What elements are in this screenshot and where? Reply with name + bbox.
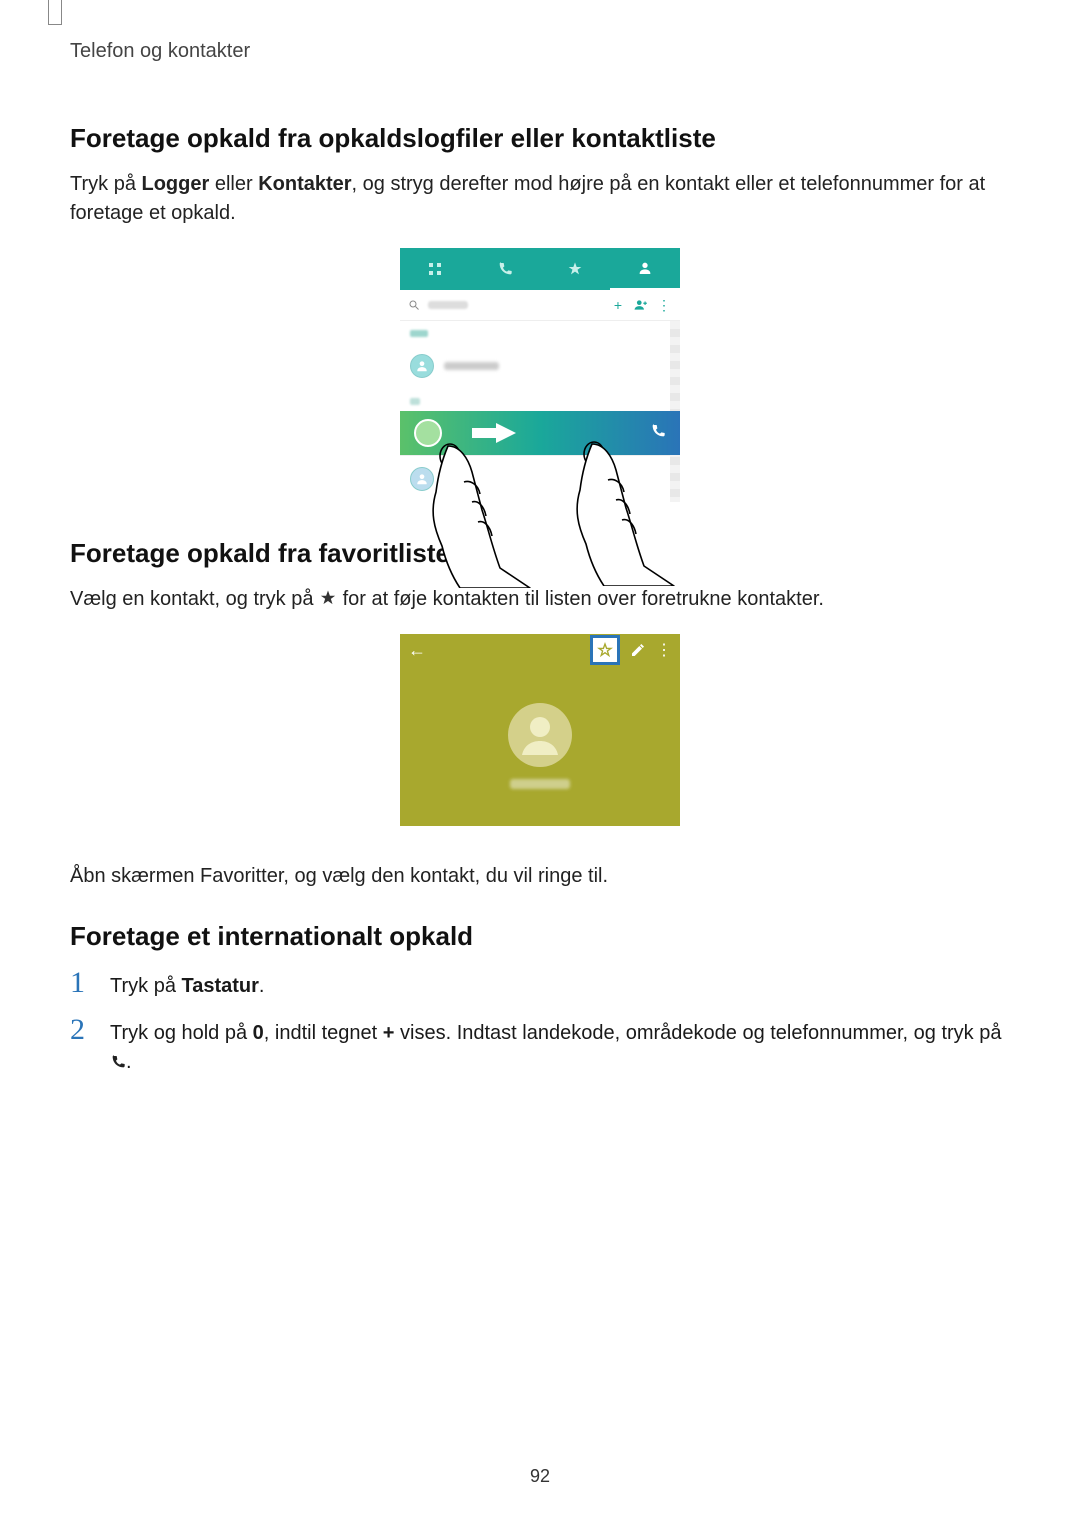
phone-log-icon (497, 261, 513, 277)
avatar (410, 467, 434, 491)
back-icon: ← (408, 640, 426, 661)
phone-icon (110, 1054, 126, 1070)
fig1-contacts-list (400, 321, 680, 502)
star-icon (319, 589, 337, 607)
text: for at føje kontakten til listen over fo… (337, 588, 824, 610)
keypad-icon (427, 261, 443, 277)
fig2-body (400, 666, 680, 826)
para-1: Tryk på Logger eller Kontakter, og stryg… (70, 170, 1010, 228)
list-group-header (400, 321, 680, 343)
fig1-tab-logs (470, 248, 540, 290)
breadcrumb: Telefon og kontakter (70, 40, 1010, 63)
fig2-header: ← ⋮ (400, 634, 680, 666)
step-text: Tryk på Tastatur. (110, 968, 264, 1001)
person-icon (516, 711, 564, 759)
more-icon: ⋮ (656, 297, 672, 314)
star-outline-icon (597, 642, 613, 658)
text: Tryk og hold på (110, 1022, 253, 1044)
edit-icon (630, 642, 646, 658)
text: . (259, 975, 265, 997)
person-icon (637, 260, 653, 276)
add-icon: + (610, 297, 626, 313)
swipe-row (400, 411, 680, 455)
avatar-large (508, 703, 572, 767)
text-bold: Kontakter (258, 173, 351, 195)
person-icon (415, 472, 429, 486)
search-placeholder-blur (428, 301, 468, 309)
text-bold: 0 (253, 1022, 264, 1044)
favorite-toggle-highlight (590, 635, 620, 665)
contact-name-blur (444, 362, 499, 370)
text: , indtil tegnet (264, 1022, 383, 1044)
step-number: 2 (70, 1015, 94, 1077)
text: eller (209, 173, 258, 195)
step-text: Tryk og hold på 0, indtil tegnet + vises… (110, 1015, 1010, 1077)
more-icon: ⋮ (656, 640, 672, 660)
list-item (400, 455, 680, 502)
heading-calls-from-logs: Foretage opkald fra opkaldslogfiler elle… (70, 123, 1010, 154)
step-number: 1 (70, 968, 94, 1001)
step-2: 2 Tryk og hold på 0, indtil tegnet + vis… (70, 1015, 1010, 1077)
fig1-tab-favorites (540, 248, 610, 290)
heading-international-call: Foretage et internationalt opkald (70, 921, 1010, 952)
text: vises. Indtast landekode, områdekode og … (394, 1022, 1001, 1044)
fig1-tabbar (400, 248, 680, 290)
text-bold: Tastatur (182, 975, 259, 997)
heading-calls-from-favorites: Foretage opkald fra favoritlisten (70, 538, 1010, 569)
figure-favorite-card: ← ⋮ (70, 634, 1010, 826)
text: Tryk på (110, 975, 182, 997)
person-icon (415, 359, 429, 373)
step-1: 1 Tryk på Tastatur. (70, 968, 1010, 1001)
list-item (400, 343, 680, 389)
figure-swipe-to-call: + ⋮ (70, 248, 1010, 502)
page-tab-mark (48, 0, 62, 25)
swipe-arrow-icon (472, 423, 518, 443)
star-icon (567, 261, 583, 277)
fig1-searchbar: + ⋮ (400, 290, 680, 321)
avatar (414, 419, 442, 447)
avatar (410, 354, 434, 378)
text-bold: Logger (142, 173, 210, 195)
list-group-header (400, 389, 680, 411)
text: Tryk på (70, 173, 142, 195)
text: . (126, 1051, 132, 1073)
phone-icon (650, 423, 666, 444)
page-number: 92 (0, 1466, 1080, 1487)
para-3: Åbn skærmen Favoritter, og vælg den kont… (70, 862, 1010, 891)
fig1-tab-keypad (400, 248, 470, 290)
contact-name-blur (510, 779, 570, 789)
para-2: Vælg en kontakt, og tryk på for at føje … (70, 585, 1010, 614)
add-contact-icon (634, 298, 648, 312)
text: Vælg en kontakt, og tryk på (70, 588, 319, 610)
search-icon (408, 299, 420, 311)
fig1-tab-contacts (610, 248, 680, 290)
text-bold: + (383, 1022, 395, 1044)
